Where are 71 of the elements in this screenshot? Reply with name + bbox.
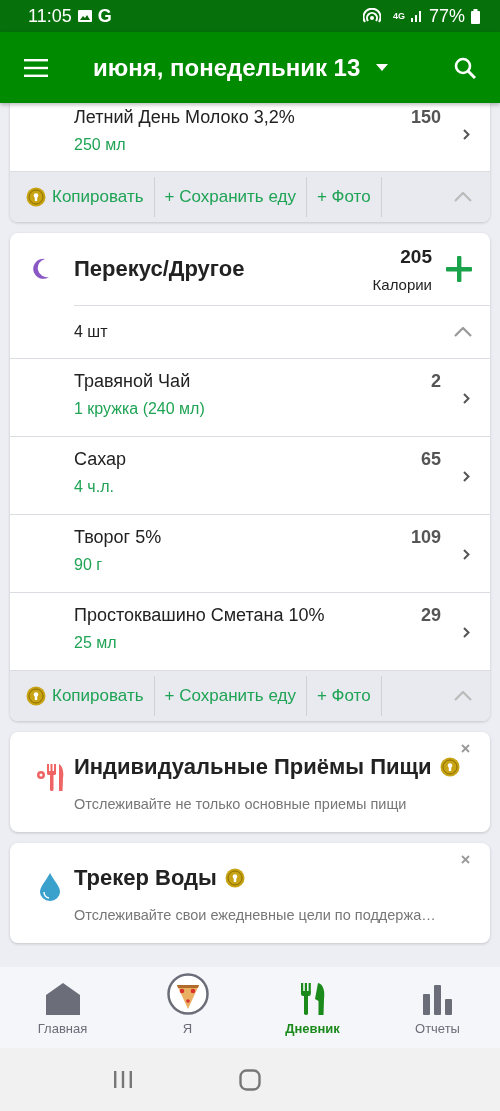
food-name: Летний День Молоко 3,2% <box>74 107 296 128</box>
calories-value: 29 <box>420 605 441 626</box>
network-label: 4G <box>392 11 405 21</box>
premium-icon <box>26 686 46 706</box>
calories-total: 205 <box>400 245 432 268</box>
calories-label: Калории <box>372 275 432 293</box>
food-row[interactable]: Летний День Молоко 3,2% 250 мл 150 <box>10 103 490 171</box>
avatar-icon <box>166 973 209 1015</box>
clock: 11:05 <box>28 5 72 27</box>
premium-icon <box>439 757 460 777</box>
close-icon[interactable] <box>461 855 470 864</box>
home-icon <box>45 983 80 1015</box>
add-icon[interactable] <box>446 256 472 282</box>
premium-icon <box>224 868 245 888</box>
bar-chart-icon <box>422 985 453 1015</box>
chevron-right-icon <box>463 627 470 638</box>
calories-value: 150 <box>410 107 441 128</box>
save-food-button[interactable]: + Сохранить еду <box>154 671 306 721</box>
food-amount: 250 мл <box>74 136 127 154</box>
chevron-right-icon <box>463 471 470 482</box>
chevron-right-icon <box>463 549 470 560</box>
search-icon[interactable] <box>454 56 476 79</box>
item-count: 4 шт <box>74 323 108 341</box>
cutlery-icon <box>300 983 325 1015</box>
food-name: Простоквашино Сметана 10% <box>74 605 326 626</box>
food-amount: 1 кружка (240 мл) <box>74 400 206 418</box>
photo-button[interactable]: + Фото <box>306 172 381 222</box>
calories-value: 109 <box>410 527 441 548</box>
food-amount: 25 мл <box>74 634 118 652</box>
food-amount: 90 г <box>74 556 104 574</box>
food-row[interactable]: Сахар 4 ч.л. 65 <box>10 436 490 514</box>
chevron-right-icon <box>463 393 470 404</box>
premium-icon <box>26 187 46 207</box>
nav-tab[interactable]: Отчеты <box>375 967 500 1048</box>
food-amount: 4 ч.л. <box>74 478 115 496</box>
promo-description: Отслеживайте свои ежедневные цели по поддержа… <box>74 907 436 923</box>
close-icon[interactable] <box>461 744 470 753</box>
calories-value: 2 <box>431 371 441 392</box>
nav-tab[interactable]: Я <box>125 967 250 1048</box>
copy-button[interactable]: Копировать <box>10 172 154 222</box>
dropdown-icon[interactable] <box>376 64 389 71</box>
collapse-icon[interactable] <box>454 327 472 337</box>
menu-icon[interactable] <box>24 58 48 77</box>
food-name: Травяной Чай <box>74 371 192 392</box>
nav-tab[interactable]: Главная <box>0 967 125 1048</box>
date-title[interactable]: июня, понедельник 13 <box>93 53 361 82</box>
nav-tab[interactable]: Дневник <box>250 967 375 1048</box>
signal-icon <box>410 10 423 22</box>
food-name: Сахар <box>74 449 128 470</box>
food-row[interactable]: Творог 5% 90 г 109 <box>10 514 490 592</box>
moon-icon <box>32 258 50 280</box>
hotspot-icon <box>362 8 381 24</box>
food-row[interactable]: Травяной Чай 1 кружка (240 мл) 2 <box>10 358 490 436</box>
chevron-right-icon <box>463 129 470 140</box>
copy-button[interactable]: Копировать <box>10 671 154 721</box>
promo-title: Индивидуальные Приёмы Пищи <box>74 754 432 780</box>
gear-cutlery-icon <box>35 762 65 792</box>
home-button-icon[interactable] <box>239 1068 261 1091</box>
save-food-button[interactable]: + Сохранить еду <box>154 172 306 222</box>
promo-title: Трекер Воды <box>74 865 217 891</box>
water-drop-icon <box>39 873 61 901</box>
carrier-label: G <box>97 5 112 27</box>
battery-icon <box>471 8 480 24</box>
photo-button[interactable]: + Фото <box>306 671 381 721</box>
recents-icon[interactable] <box>113 1071 133 1088</box>
food-name: Творог 5% <box>74 527 163 548</box>
battery-level: 77% <box>428 5 465 27</box>
calories-value: 65 <box>420 449 441 470</box>
image-icon <box>77 10 92 22</box>
meal-title: Перекус/Другое <box>74 256 246 282</box>
promo-description: Отслеживайте не только основные приемы пищи <box>74 796 408 812</box>
